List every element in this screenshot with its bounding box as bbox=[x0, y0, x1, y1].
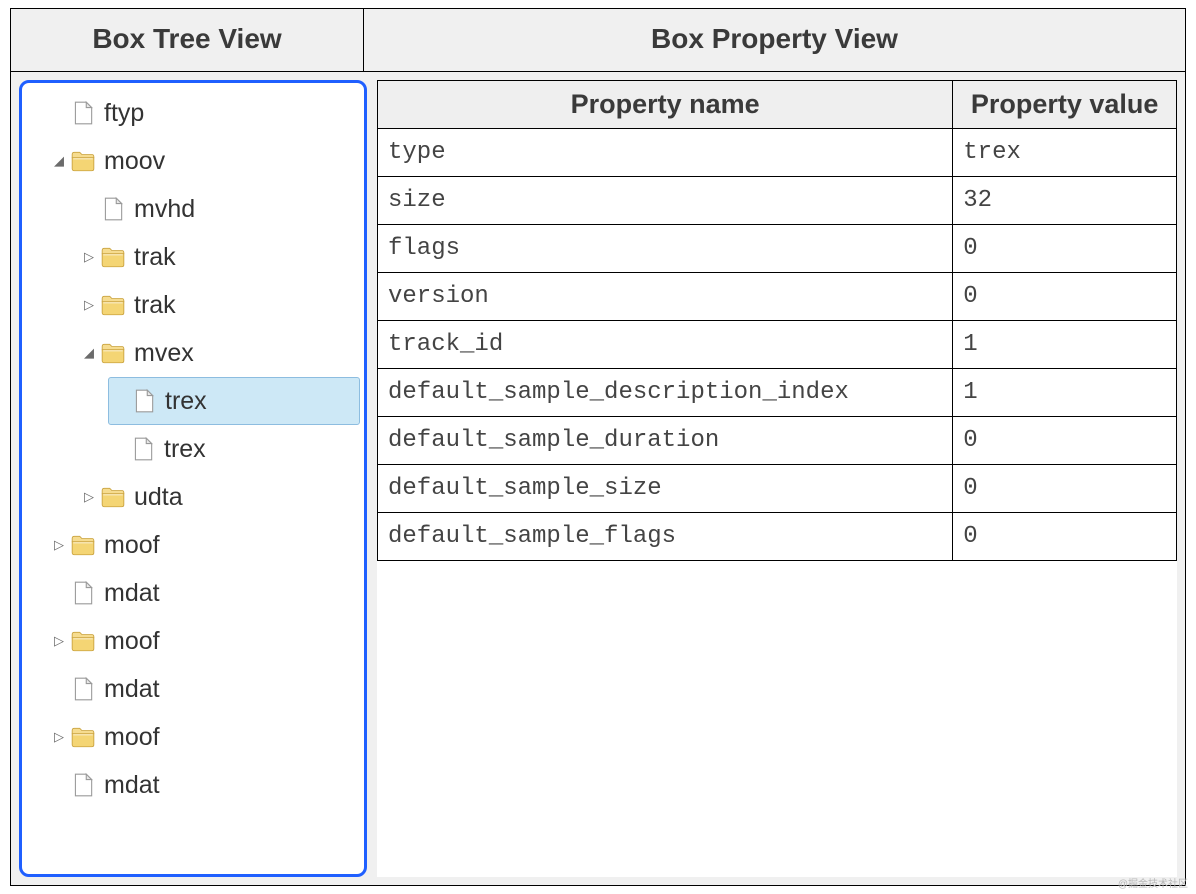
tree-item-moof[interactable]: ▷ moof bbox=[48, 617, 364, 665]
chevron-right-icon[interactable]: ▷ bbox=[48, 633, 70, 649]
file-icon bbox=[70, 676, 96, 702]
folder-icon bbox=[100, 484, 126, 510]
property-row[interactable]: default_sample_flags0 bbox=[378, 513, 1177, 561]
folder-icon bbox=[100, 244, 126, 270]
file-icon bbox=[100, 196, 126, 222]
property-name: flags bbox=[378, 225, 953, 273]
tree-item-trex[interactable]: trex bbox=[108, 377, 360, 425]
file-icon bbox=[70, 772, 96, 798]
tree-item-label: moof bbox=[104, 723, 160, 752]
tree-item-label: trex bbox=[165, 387, 207, 416]
property-name: type bbox=[378, 129, 953, 177]
property-value: 0 bbox=[953, 465, 1177, 513]
property-value: 0 bbox=[953, 417, 1177, 465]
property-row[interactable]: default_sample_size0 bbox=[378, 465, 1177, 513]
folder-icon bbox=[70, 532, 96, 558]
file-icon bbox=[131, 388, 157, 414]
tree-panel-title: Box Tree View bbox=[11, 9, 364, 71]
chevron-right-icon[interactable]: ▷ bbox=[78, 489, 100, 505]
property-row[interactable]: default_sample_duration0 bbox=[378, 417, 1177, 465]
tree-item-label: ftyp bbox=[104, 99, 144, 128]
panel-body: ftyp ◢ moov mvhd ▷ trak ▷ trak ◢ mvex trex trex ▷ udt… bbox=[11, 72, 1185, 885]
property-name: default_sample_size bbox=[378, 465, 953, 513]
tree-item-udta[interactable]: ▷ udta bbox=[78, 473, 364, 521]
tree-item-label: mdat bbox=[104, 579, 160, 608]
property-row[interactable]: size32 bbox=[378, 177, 1177, 225]
file-icon bbox=[70, 580, 96, 606]
property-row[interactable]: version0 bbox=[378, 273, 1177, 321]
property-row[interactable]: typetrex bbox=[378, 129, 1177, 177]
property-panel-title: Box Property View bbox=[364, 9, 1185, 71]
property-name: default_sample_description_index bbox=[378, 369, 953, 417]
folder-icon bbox=[100, 340, 126, 366]
folder-icon bbox=[70, 148, 96, 174]
panel-headers: Box Tree View Box Property View bbox=[11, 9, 1185, 72]
tree-item-label: udta bbox=[134, 483, 183, 512]
tree-item-label: mdat bbox=[104, 771, 160, 800]
box-tree-view[interactable]: ftyp ◢ moov mvhd ▷ trak ▷ trak ◢ mvex trex trex ▷ udt… bbox=[19, 80, 367, 877]
chevron-right-icon[interactable]: ▷ bbox=[78, 297, 100, 313]
property-row[interactable]: default_sample_description_index1 bbox=[378, 369, 1177, 417]
property-row[interactable]: flags0 bbox=[378, 225, 1177, 273]
tree-item-label: trak bbox=[134, 291, 176, 320]
watermark: @掘金技术社区 bbox=[1118, 875, 1188, 890]
tree-item-label: mdat bbox=[104, 675, 160, 704]
chevron-right-icon[interactable]: ▷ bbox=[78, 249, 100, 265]
tree-item-mvex[interactable]: ◢ mvex bbox=[78, 329, 364, 377]
box-property-view: Property name Property value typetrexsiz… bbox=[377, 80, 1177, 877]
tree-item-trak[interactable]: ▷ trak bbox=[78, 233, 364, 281]
tree-item-moof[interactable]: ▷ moof bbox=[48, 713, 364, 761]
tree-item-label: trex bbox=[164, 435, 206, 464]
property-value: 0 bbox=[953, 225, 1177, 273]
tree-item-label: moov bbox=[104, 147, 165, 176]
tree-item-label: moof bbox=[104, 531, 160, 560]
tree-item-label: mvhd bbox=[134, 195, 195, 224]
tree-item-ftyp[interactable]: ftyp bbox=[48, 89, 364, 137]
folder-icon bbox=[100, 292, 126, 318]
property-name: default_sample_flags bbox=[378, 513, 953, 561]
chevron-down-icon[interactable]: ◢ bbox=[48, 153, 70, 169]
tree-item-moof[interactable]: ▷ moof bbox=[48, 521, 364, 569]
app-frame: Box Tree View Box Property View ftyp ◢ moo… bbox=[10, 8, 1186, 886]
col-property-name: Property name bbox=[378, 81, 953, 129]
chevron-right-icon[interactable]: ▷ bbox=[48, 537, 70, 553]
property-table: Property name Property value typetrexsiz… bbox=[377, 80, 1177, 561]
property-value: 1 bbox=[953, 369, 1177, 417]
tree-item-mvhd[interactable]: mvhd bbox=[78, 185, 364, 233]
property-name: default_sample_duration bbox=[378, 417, 953, 465]
tree-item-label: trak bbox=[134, 243, 176, 272]
property-name: size bbox=[378, 177, 953, 225]
property-value: 1 bbox=[953, 321, 1177, 369]
chevron-down-icon[interactable]: ◢ bbox=[78, 345, 100, 361]
property-value: 0 bbox=[953, 273, 1177, 321]
property-name: track_id bbox=[378, 321, 953, 369]
tree-item-moov[interactable]: ◢ moov bbox=[48, 137, 364, 185]
tree-item-trex[interactable]: trex bbox=[108, 425, 364, 473]
tree-item-mdat[interactable]: mdat bbox=[48, 761, 364, 809]
folder-icon bbox=[70, 724, 96, 750]
folder-icon bbox=[70, 628, 96, 654]
property-value: trex bbox=[953, 129, 1177, 177]
tree-item-trak[interactable]: ▷ trak bbox=[78, 281, 364, 329]
tree-item-label: mvex bbox=[134, 339, 194, 368]
chevron-right-icon[interactable]: ▷ bbox=[48, 729, 70, 745]
file-icon bbox=[70, 100, 96, 126]
property-value: 0 bbox=[953, 513, 1177, 561]
file-icon bbox=[130, 436, 156, 462]
tree-item-mdat[interactable]: mdat bbox=[48, 569, 364, 617]
tree-item-mdat[interactable]: mdat bbox=[48, 665, 364, 713]
property-row[interactable]: track_id1 bbox=[378, 321, 1177, 369]
property-name: version bbox=[378, 273, 953, 321]
property-value: 32 bbox=[953, 177, 1177, 225]
col-property-value: Property value bbox=[953, 81, 1177, 129]
tree-item-label: moof bbox=[104, 627, 160, 656]
